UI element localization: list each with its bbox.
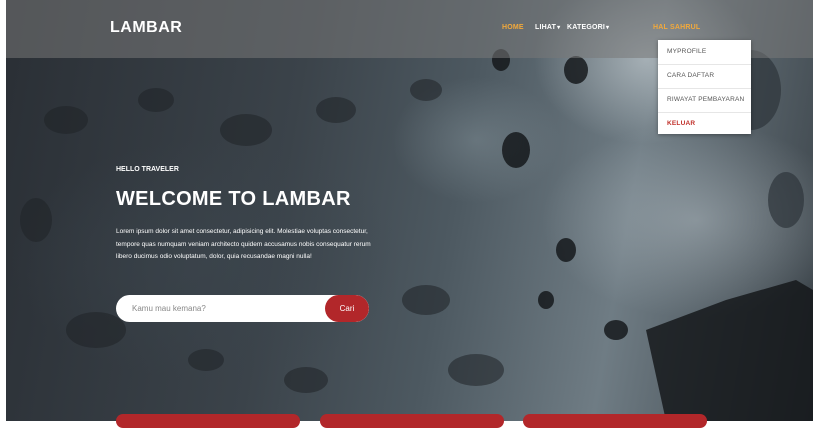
hero-eyebrow: HELLO TRAVELER (116, 166, 179, 173)
chevron-down-icon: ▾ (606, 25, 610, 31)
nav-kategori-label: KATEGORI (567, 24, 606, 31)
dropdown-divider (658, 88, 751, 89)
brand-logo[interactable]: LAMBAR (110, 19, 182, 37)
dropdown-divider (658, 64, 751, 65)
chevron-down-icon: ▾ (557, 25, 561, 31)
destination-card[interactable] (116, 414, 300, 428)
dropdown-item-riwayat-pembayaran[interactable]: RIWAYAT PEMBAYARAN (667, 96, 744, 103)
nav-user-menu[interactable]: HAL SAHRUL (653, 24, 700, 31)
dropdown-item-cara-daftar[interactable]: CARA DAFTAR (667, 72, 714, 79)
nav-home[interactable]: HOME (502, 24, 524, 31)
destination-card[interactable] (523, 414, 707, 428)
hero-description: Lorem ipsum dolor sit amet consectetur, … (116, 228, 371, 260)
nav-kategori[interactable]: KATEGORI▾ (567, 24, 609, 31)
search-button[interactable]: Cari (325, 295, 369, 322)
dropdown-divider (658, 112, 751, 113)
dropdown-item-keluar[interactable]: KELUAR (667, 120, 695, 127)
hero-title: WELCOME TO LAMBAR (116, 188, 351, 210)
search-bar: Cari (116, 295, 369, 322)
destination-card[interactable] (320, 414, 504, 428)
user-dropdown-menu: MYPROFILE CARA DAFTAR RIWAYAT PEMBAYARAN… (658, 40, 751, 134)
nav-lihat[interactable]: LIHAT▾ (535, 24, 560, 31)
search-input[interactable] (116, 295, 321, 322)
nav-lihat-label: LIHAT (535, 24, 557, 31)
dropdown-item-myprofile[interactable]: MYPROFILE (667, 48, 706, 55)
